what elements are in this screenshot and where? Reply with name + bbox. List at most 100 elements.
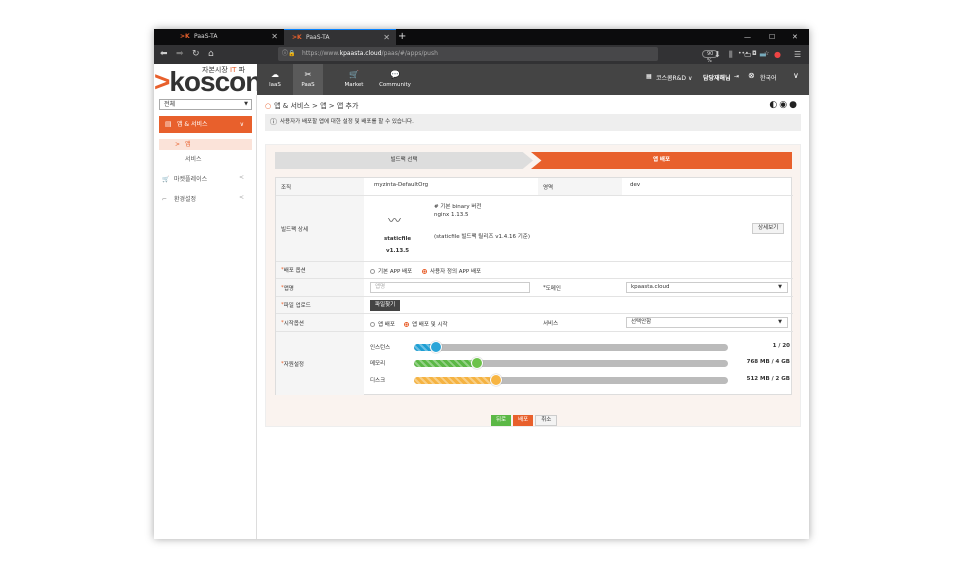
- caret-down-icon: ▼: [778, 319, 782, 325]
- browser-tab[interactable]: >K PaaS-TA ✕: [172, 29, 284, 45]
- select-value: 전체: [164, 101, 176, 108]
- nav-paas[interactable]: ✂ PaaS: [293, 64, 323, 95]
- new-tab-button[interactable]: +: [398, 29, 406, 44]
- radio-label: 앱 배포: [378, 322, 395, 328]
- slider-fill: [414, 360, 477, 367]
- maximize-icon[interactable]: ☐: [769, 29, 775, 45]
- chevron-down-icon[interactable]: ∨: [793, 71, 799, 80]
- org-selector[interactable]: 코스콤R&D ∨: [656, 73, 692, 82]
- cart-icon: 🛒: [349, 70, 359, 79]
- extension-red-icon[interactable]: ●: [774, 47, 781, 62]
- domain-select[interactable]: kpaasta.cloud ▼: [626, 282, 788, 293]
- row-file-upload: * 파일 업로드 파일찾기: [276, 297, 793, 314]
- sidebar-subitem-service[interactable]: 서비스: [185, 154, 202, 163]
- close-tab-icon[interactable]: ✕: [383, 30, 390, 46]
- browser-window: >K PaaS-TA ✕ >K PaaS-TA ✕ + — ☐ ✕ ⬅ ➡ ↻ …: [154, 29, 809, 539]
- row-resources: * 자원설정 인스턴스 1 / 20 메모리 768 MB / 4 GB 디스크 512 M…: [276, 332, 793, 395]
- deploy-option-custom[interactable]: 사용자 정의 APP 배포: [422, 267, 481, 275]
- form-actions: 뒤로 배포 취소: [491, 406, 559, 426]
- buildpack-chart-icon: 〰: [388, 214, 402, 229]
- koscom-logo[interactable]: 자본시장 IT 파 >koscon: [154, 64, 257, 95]
- info-banner: ⓘ 사용자가 배포할 앱에 대한 설정 및 배포를 할 수 있습니다.: [265, 114, 801, 131]
- radio-checked-icon: [404, 322, 409, 327]
- url-field[interactable]: ⓘ🔒 https://www.kpaasta.cloud/paas/#/apps…: [278, 47, 769, 64]
- slider-track[interactable]: [414, 374, 728, 386]
- radio-icon: [370, 269, 375, 274]
- step-buildpack-select[interactable]: 빌드팩 선택: [275, 152, 533, 169]
- buildpack-desc-line1: # 기본 binary 버전: [434, 204, 482, 210]
- nav-market[interactable]: 🛒 Market: [341, 64, 367, 95]
- deploy-button[interactable]: 배포: [513, 415, 534, 426]
- navigation-toolbar: ⬅ ➡ ↻ ⌂ ⓘ🔒 https://www.kpaasta.cloud/paa…: [154, 45, 809, 64]
- browser-tab-active[interactable]: >K PaaS-TA ✕: [284, 29, 396, 45]
- deploy-form: 조직 myzinta-DefaultOrg 영역 dev 빌드팩 상세 〰 st…: [275, 177, 793, 395]
- logout-icon[interactable]: ⇥: [734, 73, 739, 80]
- clock-icon[interactable]: ◐: [769, 100, 779, 110]
- select-value: 선택안함: [631, 319, 652, 325]
- refresh-icon[interactable]: ◉: [779, 100, 789, 110]
- forward-icon[interactable]: ➡: [176, 47, 184, 62]
- detail-button[interactable]: 상세보기: [752, 223, 785, 234]
- sidebar: 전체 ▼ ▤ 앱 & 서비스 ∨ > 앱 서비스 🛒 마켓플레이스 < ⌐ 환경설정…: [154, 95, 257, 539]
- sidebar-toggle-icon[interactable]: ▭: [744, 47, 752, 62]
- url-scheme: https://www.: [302, 50, 340, 57]
- appname-input[interactable]: 앱명: [370, 282, 530, 293]
- reload-icon[interactable]: ↻: [192, 47, 200, 62]
- minimize-icon[interactable]: —: [744, 29, 751, 45]
- back-button[interactable]: 뒤로: [491, 415, 512, 426]
- slider-label: 디스크: [370, 378, 386, 384]
- chevron-down-icon: ∨: [239, 121, 244, 128]
- extension-icon[interactable]: ▬: [759, 47, 767, 62]
- close-window-icon[interactable]: ✕: [792, 29, 798, 45]
- slider-handle[interactable]: [470, 357, 483, 369]
- chat-icon: 💬: [390, 70, 400, 79]
- label-text: 배포 옵션: [283, 268, 306, 274]
- hamburger-menu-icon[interactable]: ☰: [794, 47, 801, 62]
- nav-community[interactable]: 💬 Community: [375, 64, 415, 95]
- step-indicator: 빌드팩 선택 앱 배포: [275, 152, 792, 169]
- slider-handle[interactable]: [489, 374, 502, 386]
- slider-track[interactable]: [414, 341, 728, 353]
- tab-title: PaaS-TA: [194, 33, 218, 40]
- start-option-deploy[interactable]: 앱 배포: [370, 320, 395, 328]
- favicon-icon: >K: [180, 33, 190, 40]
- start-option-label: * 시작옵션: [276, 314, 364, 331]
- buildpack-label: 빌드팩 상세: [276, 196, 364, 261]
- chevron-right-icon: >: [175, 141, 181, 148]
- slider-label: 메모리: [370, 361, 386, 367]
- tools-icon: ✂: [304, 70, 312, 79]
- language-selector[interactable]: 한국어: [760, 73, 777, 82]
- download-icon[interactable]: ⬇: [714, 47, 721, 62]
- cancel-button[interactable]: 취소: [535, 415, 558, 426]
- chevron-left-icon: <: [238, 174, 244, 181]
- row-deploy-option: * 배포 옵션 기본 APP 배포 사용자 정의 APP 배포: [276, 262, 793, 279]
- sidebar-item-label: 환경설정: [174, 196, 197, 203]
- row-buildpack: 빌드팩 상세 〰 staticfile v1.13.5 # 기본 binary …: [276, 196, 793, 262]
- start-option-deploy-start[interactable]: 앱 배포 및 시작: [404, 320, 448, 328]
- sidebar-item-settings[interactable]: ⌐ 환경설정 <: [162, 194, 250, 203]
- slider-value: 1 / 20: [772, 343, 790, 349]
- sidebar-subitem-app[interactable]: > 앱: [159, 139, 252, 150]
- sidebar-item-app-service[interactable]: ▤ 앱 & 서비스 ∨: [159, 116, 252, 133]
- library-icon[interactable]: ⫼: [729, 47, 733, 62]
- nav-iaas[interactable]: ☁ laaS: [263, 64, 287, 95]
- user-name[interactable]: 담당재해님: [703, 73, 731, 82]
- service-select[interactable]: 선택안함 ▼: [626, 317, 788, 328]
- sidebar-item-marketplace[interactable]: 🛒 마켓플레이스 <: [162, 174, 250, 183]
- caret-down-icon: ▼: [778, 284, 782, 290]
- slider-handle[interactable]: [429, 341, 442, 353]
- help-icon[interactable]: ●: [789, 100, 799, 110]
- home-icon[interactable]: ⌂: [208, 47, 214, 62]
- upload-label: * 파일 업로드: [276, 297, 364, 313]
- grid-icon: ▤: [165, 120, 172, 128]
- back-icon[interactable]: ⬅: [160, 47, 168, 62]
- pocket-icon[interactable]: ◘: [752, 47, 757, 61]
- close-tab-icon[interactable]: ✕: [271, 29, 278, 45]
- deploy-option-default[interactable]: 기본 APP 배포: [370, 267, 412, 275]
- org-filter-select[interactable]: 전체 ▼: [159, 99, 252, 110]
- resource-label: * 자원설정: [276, 332, 364, 395]
- row-appname-domain: * 앱명 앱명 * 도메인 kpaasta.cloud ▼: [276, 279, 793, 297]
- resource-slider-row: 인스턴스 1 / 20: [370, 340, 790, 354]
- slider-track[interactable]: [414, 357, 728, 369]
- file-browse-button[interactable]: 파일찾기: [370, 300, 401, 311]
